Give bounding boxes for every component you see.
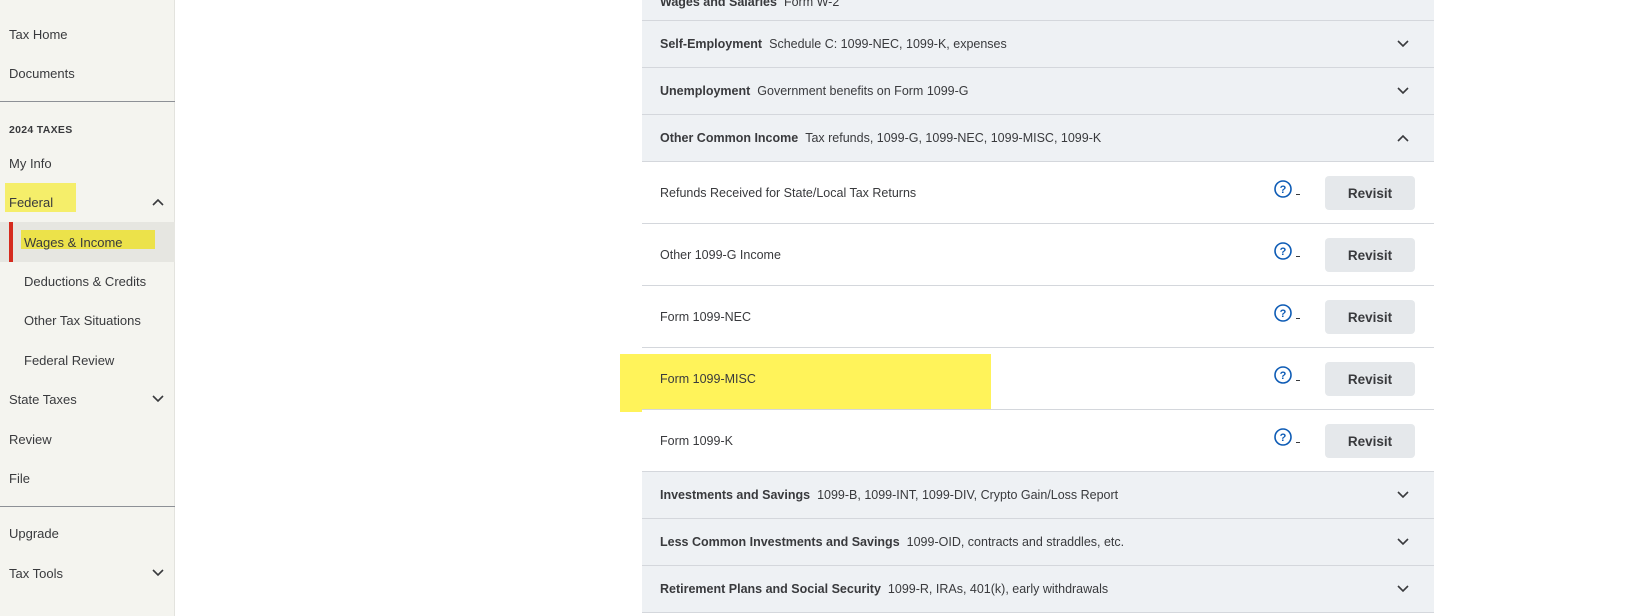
sidebar-item-label: Deductions & Credits <box>24 273 147 289</box>
section-title: Other Common Income <box>660 131 799 145</box>
section-other-common-income[interactable]: Other Common Income Tax refunds, 1099-G,… <box>642 115 1434 162</box>
revisit-button[interactable]: Revisit <box>1325 300 1415 334</box>
row-label: Refunds Received for State/Local Tax Ret… <box>660 185 917 200</box>
section-desc: Tax refunds, 1099-G, 1099-NEC, 1099-MISC… <box>805 131 1102 145</box>
underscore-mark <box>1296 380 1300 381</box>
income-row-1099-k: Form 1099-K ? Revisit <box>642 410 1434 472</box>
sidebar-item-label: Tax Tools <box>9 565 63 581</box>
section-wages-salaries[interactable]: Wages and Salaries Form W-2 <box>642 0 1434 21</box>
sidebar-item-documents[interactable]: Documents <box>0 54 175 92</box>
svg-text:?: ? <box>1280 308 1287 320</box>
section-less-common-investments[interactable]: Less Common Investments and Savings 1099… <box>642 519 1434 566</box>
help-icon[interactable]: ? <box>1274 242 1292 260</box>
sidebar-item-label: Federal Review <box>24 352 115 368</box>
help-icon[interactable]: ? <box>1274 180 1292 198</box>
chevron-up-icon[interactable] <box>151 195 165 209</box>
sidebar-item-label: Tax Home <box>9 26 68 42</box>
sidebar-item-state-taxes[interactable]: State Taxes <box>0 380 175 418</box>
sidebar-item-federal[interactable]: Federal <box>0 183 175 221</box>
underscore-mark <box>1296 442 1300 443</box>
section-title: Unemployment <box>660 84 751 98</box>
sidebar-item-label: File <box>9 470 30 486</box>
help-icon[interactable]: ? <box>1274 304 1292 322</box>
revisit-button[interactable]: Revisit <box>1325 176 1415 210</box>
income-row-1099-misc: Form 1099-MISC ? Revisit <box>642 348 1434 410</box>
sidebar-item-label: State Taxes <box>9 391 77 407</box>
sidebar-item-my-info[interactable]: My Info <box>0 144 175 182</box>
section-desc: Schedule C: 1099-NEC, 1099-K, expenses <box>769 37 1007 51</box>
section-title: Retirement Plans and Social Security <box>660 582 881 596</box>
section-desc: Form W-2 <box>783 0 840 9</box>
revisit-button[interactable]: Revisit <box>1325 238 1415 272</box>
section-title: Investments and Savings <box>660 488 811 502</box>
section-investments-savings[interactable]: Investments and Savings 1099-B, 1099-INT… <box>642 472 1434 519</box>
sidebar-item-label: My Info <box>9 155 52 171</box>
revisit-button[interactable]: Revisit <box>1325 362 1415 396</box>
income-row-other-1099-g: Other 1099-G Income ? Revisit <box>642 224 1434 286</box>
row-label: Form 1099-K <box>660 433 733 448</box>
sidebar-item-label: Documents <box>9 65 75 81</box>
sidebar-item-label: Wages & Income <box>24 234 123 250</box>
sidebar-item-label: Upgrade <box>9 525 59 541</box>
help-icon[interactable]: ? <box>1274 366 1292 384</box>
sidebar-item-upgrade[interactable]: Upgrade <box>0 514 175 552</box>
chevron-down-icon[interactable] <box>1396 535 1410 549</box>
underscore-mark <box>1296 318 1300 319</box>
row-label: Form 1099-MISC <box>660 371 756 386</box>
section-title: Self-Employment <box>660 37 763 51</box>
svg-text:?: ? <box>1280 370 1287 382</box>
chevron-down-icon[interactable] <box>1396 37 1410 51</box>
section-label-2024-taxes: 2024 TAXES <box>9 124 73 136</box>
row-label: Other 1099-G Income <box>660 247 781 262</box>
chevron-up-icon[interactable] <box>1396 131 1410 145</box>
svg-text:?: ? <box>1280 184 1287 196</box>
sidebar-item-tax-home[interactable]: Tax Home <box>0 15 175 53</box>
underscore-mark <box>1296 194 1300 195</box>
section-retirement-plans[interactable]: Retirement Plans and Social Security 109… <box>642 566 1434 613</box>
sidebar-item-tax-tools[interactable]: Tax Tools <box>0 554 175 592</box>
income-row-1099-nec: Form 1099-NEC ? Revisit <box>642 286 1434 348</box>
chevron-down-icon[interactable] <box>1396 582 1410 596</box>
sidebar-item-file[interactable]: File <box>0 459 175 497</box>
sidebar: Tax Home Documents 2024 TAXES My Info Fe… <box>0 0 175 616</box>
svg-text:?: ? <box>1280 246 1287 258</box>
sidebar-divider <box>0 101 175 102</box>
sidebar-item-wages-income[interactable]: Wages & Income <box>0 222 175 262</box>
section-desc: 1099-B, 1099-INT, 1099-DIV, Crypto Gain/… <box>817 488 1119 502</box>
sidebar-item-label: Other Tax Situations <box>24 312 141 328</box>
sidebar-divider <box>0 506 175 507</box>
section-unemployment[interactable]: Unemployment Government benefits on Form… <box>642 68 1434 115</box>
svg-text:?: ? <box>1280 432 1287 444</box>
row-label: Form 1099-NEC <box>660 309 751 324</box>
sidebar-item-review[interactable]: Review <box>0 420 175 458</box>
section-desc: Government benefits on Form 1099-G <box>757 84 969 98</box>
section-title: Less Common Investments and Savings <box>660 535 900 549</box>
underscore-mark <box>1296 256 1300 257</box>
help-icon[interactable]: ? <box>1274 428 1292 446</box>
chevron-down-icon[interactable] <box>1396 84 1410 98</box>
income-accordion: Wages and Salaries Form W-2 Self-Employm… <box>642 0 1434 616</box>
section-desc: 1099-OID, contracts and straddles, etc. <box>906 535 1125 549</box>
section-desc: 1099-R, IRAs, 401(k), early withdrawals <box>887 582 1109 596</box>
section-self-employment[interactable]: Self-Employment Schedule C: 1099-NEC, 10… <box>642 21 1434 68</box>
sidebar-item-deductions-credits[interactable]: Deductions & Credits <box>0 262 175 300</box>
sidebar-item-label: Federal <box>9 194 54 210</box>
revisit-button[interactable]: Revisit <box>1325 424 1415 458</box>
chevron-down-icon[interactable] <box>151 392 165 406</box>
income-row-refunds: Refunds Received for State/Local Tax Ret… <box>642 162 1434 224</box>
section-title: Wages and Salaries <box>660 0 777 9</box>
sidebar-item-other-tax-situations[interactable]: Other Tax Situations <box>0 301 175 339</box>
sidebar-item-federal-review[interactable]: Federal Review <box>0 341 175 379</box>
sidebar-item-label: Review <box>9 431 52 447</box>
chevron-down-icon[interactable] <box>151 566 165 580</box>
chevron-down-icon[interactable] <box>1396 488 1410 502</box>
